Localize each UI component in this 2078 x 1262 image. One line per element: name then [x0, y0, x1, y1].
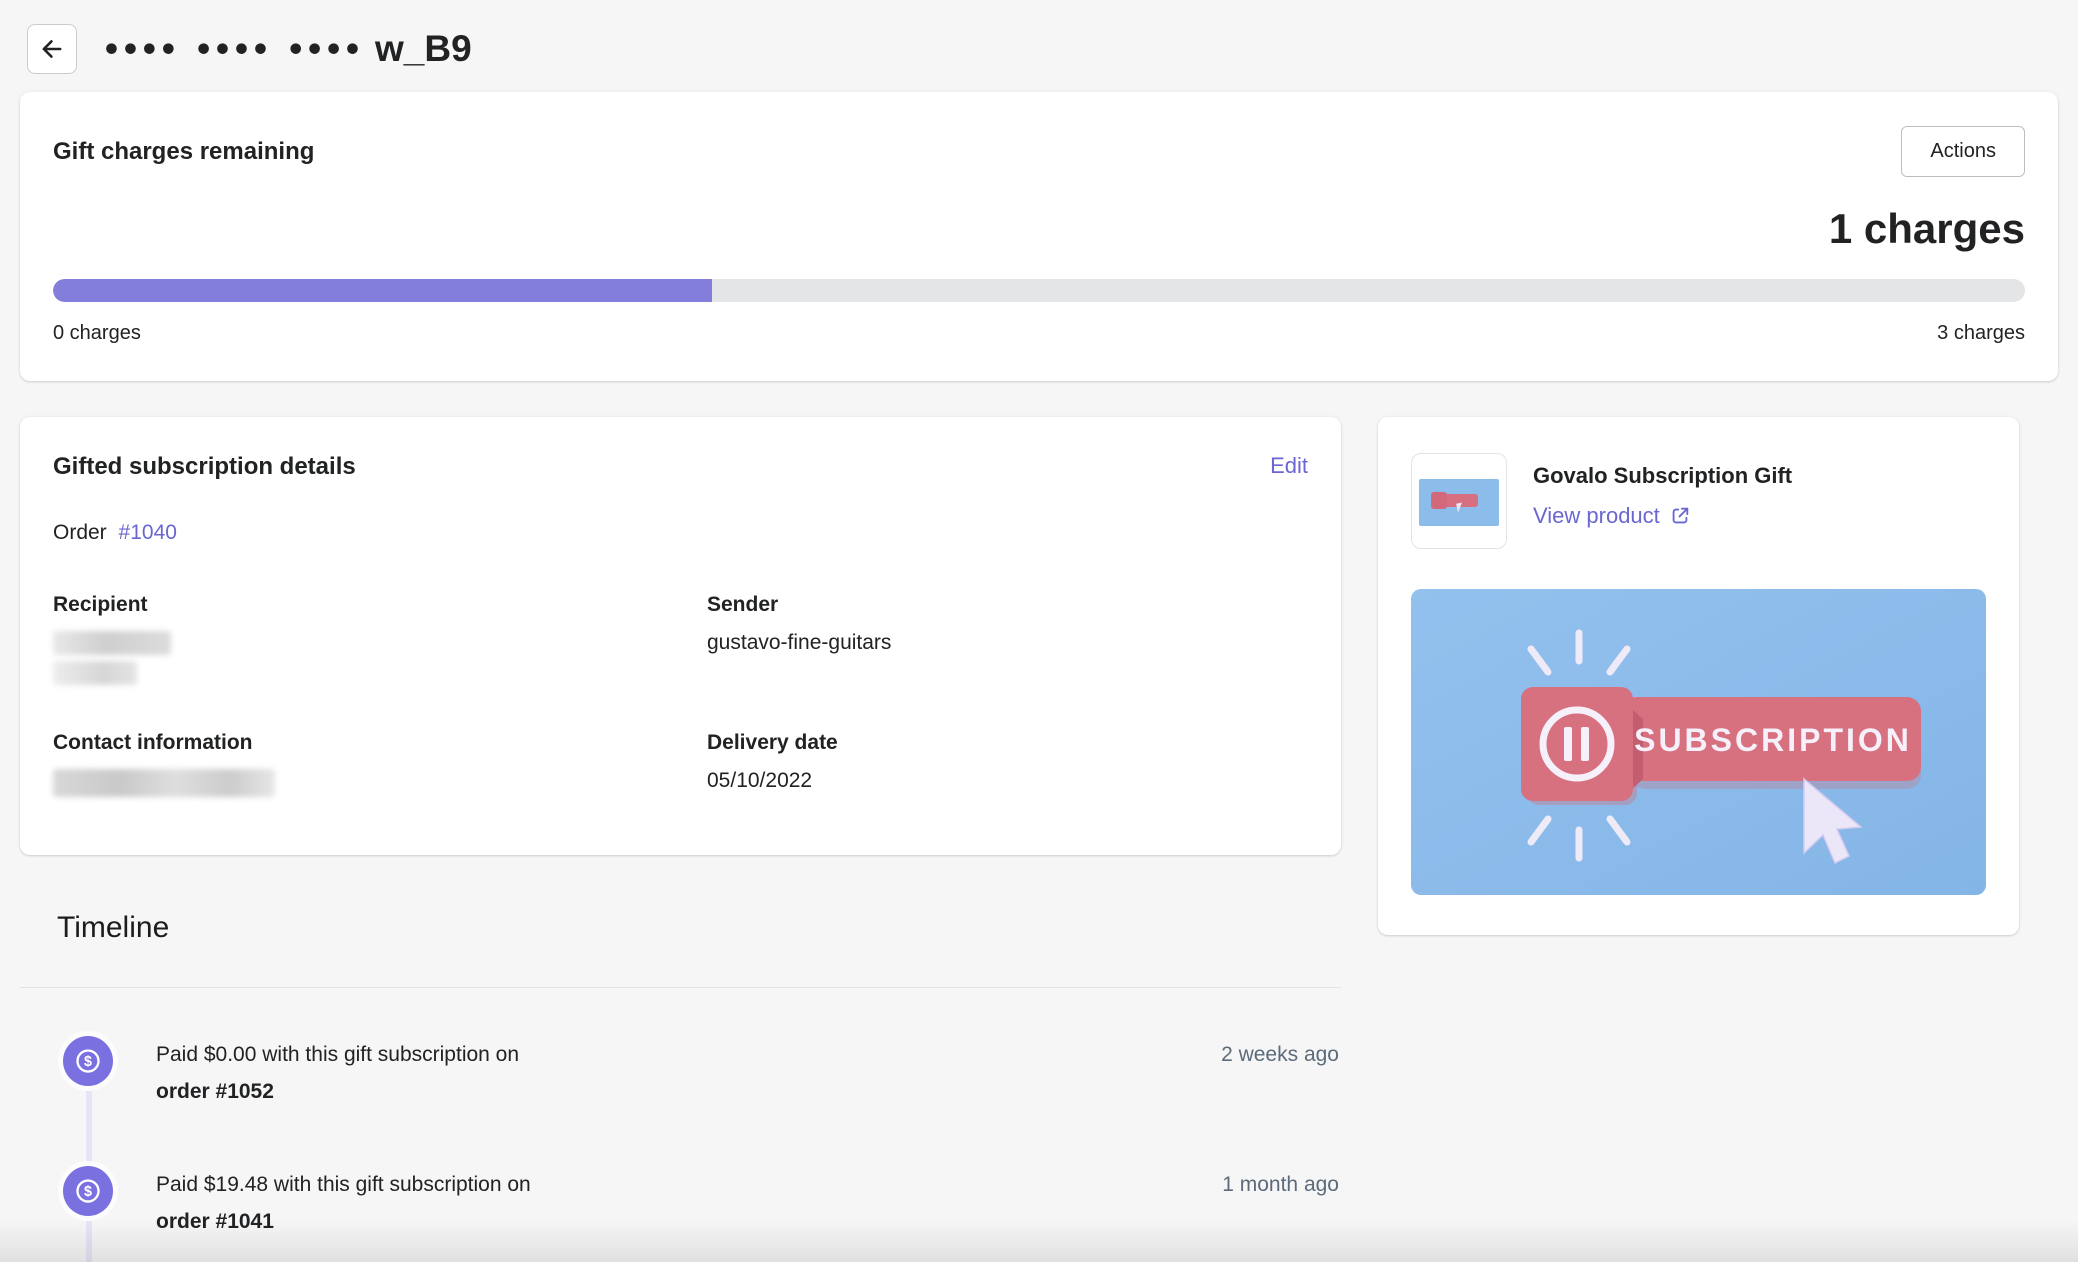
contact-information-label: Contact information: [53, 731, 707, 755]
svg-text:$: $: [84, 1054, 92, 1070]
external-link-icon: [1669, 505, 1691, 527]
masked-card-digits: •••• •••• ••••: [105, 28, 365, 70]
contact-information-field: Contact information: [53, 731, 707, 797]
sender-value: gustavo-fine-guitars: [707, 631, 1308, 655]
order-label: Order: [53, 521, 107, 544]
arrow-left-icon: [38, 35, 66, 63]
timeline-event-line1: Paid $0.00 with this gift subscription o…: [156, 1036, 519, 1073]
recipient-label: Recipient: [53, 593, 707, 617]
view-product-link[interactable]: View product: [1533, 503, 1691, 529]
details-card-title: Gifted subscription details: [53, 453, 356, 481]
order-line: Order #1040: [53, 521, 1308, 545]
page-header: •••• •••• •••• w_B9: [0, 0, 2078, 92]
timeline-section: Timeline $ Paid $0.00 with this gift sub…: [20, 911, 1341, 1240]
svg-text:SUBSCRIPTION: SUBSCRIPTION: [1634, 722, 1912, 758]
timeline-title: Timeline: [57, 911, 1341, 945]
gifted-subscription-details-card: Gifted subscription details Edit Order #…: [20, 417, 1341, 855]
actions-button[interactable]: Actions: [1901, 126, 2025, 177]
timeline-event-date: 1 month ago: [1222, 1166, 1341, 1203]
delivery-date-field: Delivery date 05/10/2022: [707, 731, 1308, 797]
product-title: Govalo Subscription Gift: [1533, 453, 1792, 489]
back-button[interactable]: [27, 24, 77, 74]
gift-charges-card: Gift charges remaining Actions 1 charges…: [20, 92, 2058, 381]
timeline-event-date: 2 weeks ago: [1221, 1036, 1341, 1073]
progress-max-label: 3 charges: [1937, 322, 2025, 345]
delivery-date-value: 05/10/2022: [707, 769, 1308, 793]
recipient-redacted-value: [53, 631, 171, 655]
recipient-redacted-value-2: [53, 661, 137, 685]
delivery-date-label: Delivery date: [707, 731, 1308, 755]
timeline-event-text: Paid $19.48 with this gift subscription …: [156, 1166, 531, 1240]
order-number-link[interactable]: #1040: [119, 521, 177, 544]
progress-fill: [53, 279, 712, 302]
dollar-circle-icon: $: [63, 1036, 113, 1086]
charges-progress-track: [53, 279, 2025, 302]
product-banner-image: SUBSCRIPTION: [1411, 589, 1986, 895]
page-title: •••• •••• •••• w_B9: [105, 28, 472, 70]
view-product-label: View product: [1533, 503, 1660, 529]
recipient-field: Recipient: [53, 593, 707, 685]
gift-code-suffix: w_B9: [375, 28, 472, 70]
product-card: Govalo Subscription Gift View product: [1378, 417, 2019, 935]
sender-label: Sender: [707, 593, 1308, 617]
edit-link[interactable]: Edit: [1270, 453, 1308, 479]
sender-field: Sender gustavo-fine-guitars: [707, 593, 1308, 685]
contact-redacted-value: [53, 769, 275, 797]
timeline-event: $ Paid $19.48 with this gift subscriptio…: [63, 1166, 1341, 1240]
timeline-event-order: order #1041: [156, 1203, 531, 1240]
progress-min-label: 0 charges: [53, 322, 141, 345]
dollar-circle-icon: $: [63, 1166, 113, 1216]
svg-text:$: $: [84, 1184, 92, 1200]
charges-card-title: Gift charges remaining: [53, 126, 314, 166]
page: •••• •••• •••• w_B9 Gift charges remaini…: [0, 0, 2078, 1262]
timeline-event: $ Paid $0.00 with this gift subscription…: [63, 1036, 1341, 1110]
thumbnail-image: [1419, 479, 1499, 526]
timeline-event-text: Paid $0.00 with this gift subscription o…: [156, 1036, 519, 1110]
timeline-event-line1: Paid $19.48 with this gift subscription …: [156, 1166, 531, 1203]
timeline-event-order: order #1052: [156, 1073, 519, 1110]
product-thumbnail: [1411, 453, 1507, 549]
charges-remaining-value: 1 charges: [53, 205, 2025, 253]
